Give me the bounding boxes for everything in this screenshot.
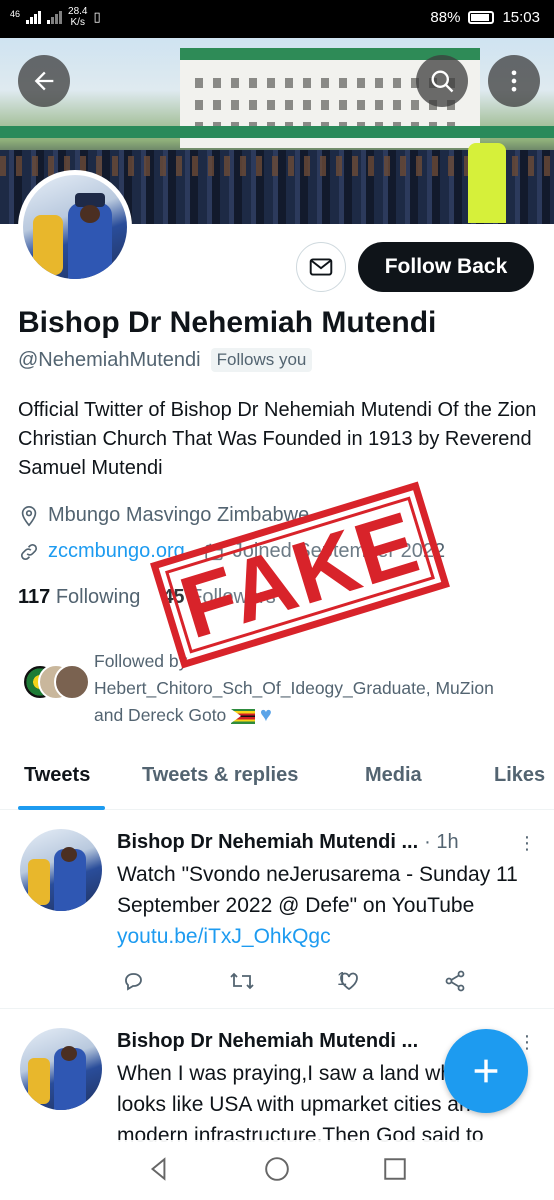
nav-recents-icon[interactable] [382,1156,408,1182]
back-button[interactable] [18,55,70,107]
nav-back-icon[interactable] [146,1156,172,1182]
battery-icon [468,11,495,24]
network-speed: 28.4 K/s [68,6,88,28]
follow-back-button[interactable]: Follow Back [358,242,534,292]
tweet-time: · 1h [424,831,459,853]
followed-by-avatars[interactable] [22,664,102,704]
link-icon [20,543,38,560]
plus-icon [474,1059,498,1083]
compose-tweet-button[interactable] [444,1029,528,1113]
arrow-left-icon [34,71,54,91]
tweet-author: Bishop Dr Nehemiah Mutendi ... [117,831,419,853]
tweet-header: Bishop Dr Nehemiah Mutendi ... · 1h [117,831,459,854]
reply-button[interactable] [121,969,145,993]
location-pin-icon [21,505,37,526]
location-text: Mbungo Masvingo Zimbabwe [48,504,310,526]
search-button[interactable] [416,55,468,107]
followed-by-text[interactable]: Followed by Hebert_Chitoro_Sch_Of_Ideogy… [94,648,514,729]
blue-heart-icon: ♥ [260,704,272,726]
tweet-actions: 1 [117,969,477,999]
tweet-text: Watch "Svondo neJerusarema - Sunday 11 S… [117,859,537,952]
location-row: Mbungo Masvingo Zimbabwe [18,504,309,527]
tweet-author: Bishop Dr Nehemiah Mutendi ... [117,1030,419,1052]
profile-name: Bishop Dr Nehemiah Mutendi [18,306,437,339]
tweet-item[interactable]: Bishop Dr Nehemiah Mutendi ... · 1h ⋮ Wa… [0,811,554,1009]
like-button[interactable]: 1 [337,969,361,993]
tab-likes[interactable]: Likes [494,764,545,787]
tab-tweets-replies[interactable]: Tweets & replies [142,764,298,787]
status-bar: 46 28.4 K/s ▯ 88% 15:03 [0,0,554,38]
tweet-more-icon[interactable]: ⋮ [518,833,536,854]
handle-row: @NehemiahMutendi Follows you [18,348,313,372]
nav-home-icon[interactable] [264,1156,290,1182]
tweet-header: Bishop Dr Nehemiah Mutendi ... [117,1030,418,1053]
like-count: 1 [337,969,348,989]
tweet-avatar[interactable] [20,1028,102,1110]
profile-avatar[interactable] [18,170,132,284]
message-button[interactable] [296,242,346,292]
clock: 15:03 [502,9,540,26]
more-options-button[interactable] [488,55,540,107]
follows-you-badge: Follows you [210,348,313,372]
tab-tweets[interactable]: Tweets [24,764,90,787]
share-icon [445,970,465,992]
tweet-link[interactable]: youtu.be/iTxJ_OhkQgc [117,921,537,952]
vibrate-icon: ▯ [93,9,101,24]
profile-bio: Official Twitter of Bishop Dr Nehemiah M… [18,399,537,479]
tweet-avatar[interactable] [20,829,102,911]
system-navigation-bar [0,1140,554,1200]
tab-media[interactable]: Media [365,764,422,787]
profile-handle: @NehemiahMutendi [18,348,201,371]
network-label: 46 [10,9,21,19]
more-vertical-icon [511,70,517,92]
signal-icon-2 [47,10,63,24]
active-tab-indicator [18,806,105,810]
following-count-link[interactable]: 117 Following [18,586,140,609]
reply-icon [125,973,142,991]
retweet-icon [230,972,254,990]
mail-icon [309,258,333,276]
zimbabwe-flag-icon [231,708,256,724]
profile-tabs: Tweets Tweets & replies Media Likes [0,744,554,810]
share-button[interactable] [443,969,467,993]
retweet-button[interactable] [229,969,255,993]
follower-avatar [54,664,90,700]
search-icon [431,70,454,93]
signal-icon [26,10,42,24]
battery-percent: 88% [430,9,461,26]
